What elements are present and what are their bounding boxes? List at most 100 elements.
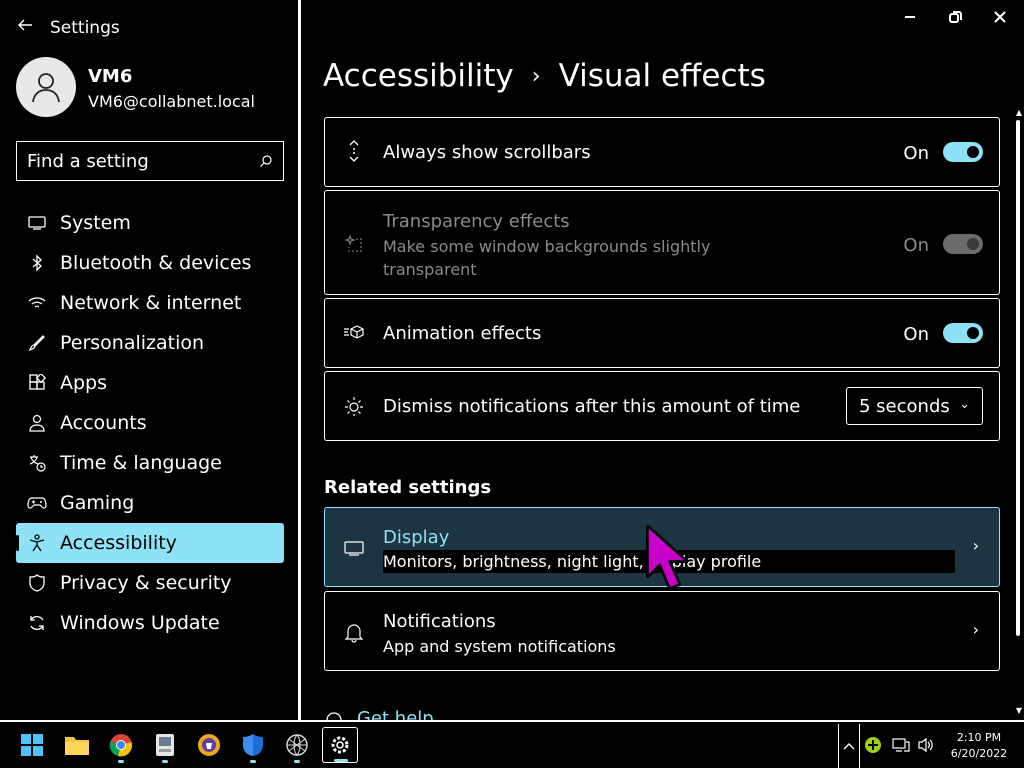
transparency-toggle[interactable] <box>943 234 983 254</box>
bluetooth-icon <box>26 252 48 274</box>
sidebar-item-apps[interactable]: Apps <box>16 363 284 403</box>
app-icon <box>156 734 174 756</box>
monitor-icon <box>343 537 365 559</box>
sidebar-item-label: Accessibility <box>60 532 177 554</box>
chrome-button[interactable] <box>103 727 139 763</box>
update-icon <box>26 612 48 634</box>
animation-toggle[interactable] <box>943 323 983 343</box>
file-explorer-button[interactable] <box>59 727 95 763</box>
sidebar-item-label: Windows Update <box>60 612 220 634</box>
globe-clock-icon <box>26 452 48 474</box>
apps-icon <box>26 372 48 394</box>
setting-title: Transparency effects <box>383 211 570 232</box>
chevron-up-icon[interactable] <box>838 724 860 768</box>
link-title: Notifications <box>383 611 496 632</box>
tray-app-icon[interactable] <box>864 736 882 758</box>
accessibility-icon <box>26 532 48 554</box>
sidebar-item-label: Network & internet <box>60 292 242 314</box>
sidebar-item-gaming[interactable]: Gaming <box>16 483 284 523</box>
chevron-right-icon: › <box>972 620 979 639</box>
sidebar-item-accounts[interactable]: Accounts <box>16 403 284 443</box>
taskbar: 2:10 PM 6/20/2022 <box>0 720 1024 768</box>
scrollbar-thumb[interactable] <box>1016 120 1020 636</box>
chevron-right-icon: › <box>531 63 541 89</box>
setting-title: Dismiss notifications after this amount … <box>383 396 801 417</box>
app-title: Settings <box>50 18 120 38</box>
monitor-icon <box>26 212 48 234</box>
scroll-down-icon[interactable]: ▼ <box>1016 706 1022 715</box>
network-app-button[interactable] <box>279 727 315 763</box>
section-heading: Related settings <box>324 477 492 498</box>
link-subtitle: App and system notifications <box>383 637 616 656</box>
scroll-up-icon[interactable]: ▲ <box>1016 108 1022 117</box>
breadcrumb-parent[interactable]: Accessibility <box>323 58 514 94</box>
shield-icon <box>26 572 48 594</box>
sidebar-item-privacy[interactable]: Privacy & security <box>16 563 284 603</box>
network-app-icon <box>286 734 308 756</box>
select-value: 5 seconds <box>859 395 950 417</box>
brush-icon <box>26 332 48 354</box>
chrome-icon <box>109 734 133 757</box>
scrollbars-setting-card: Always show scrollbars On <box>324 117 1000 187</box>
search-box[interactable]: Find a setting <box>16 141 284 181</box>
sidebar-item-label: Accounts <box>60 412 147 434</box>
gamepad-icon <box>26 492 48 514</box>
avatar[interactable] <box>16 57 76 117</box>
search-icon <box>260 155 272 167</box>
restore-icon[interactable] <box>944 6 966 28</box>
search-input[interactable]: Find a setting <box>27 151 259 172</box>
notifications-link-card[interactable]: Notifications App and system notificatio… <box>324 591 1000 671</box>
toggle-state-label: On <box>903 143 929 164</box>
sidebar-item-label: System <box>60 212 131 234</box>
sidebar: Settings VM6 VM6@collabnet.local Find a … <box>0 0 298 720</box>
sidebar-item-label: Bluetooth & devices <box>60 252 252 274</box>
get-help-link[interactable]: Get help <box>357 708 434 720</box>
sidebar-item-windows-update[interactable]: Windows Update <box>16 603 284 643</box>
defender-button[interactable] <box>235 727 271 763</box>
nav-list: System Bluetooth & devices Network & int… <box>16 203 284 643</box>
mouse-pointer-icon <box>642 524 692 594</box>
animation-setting-card: Animation effects On <box>324 298 1000 368</box>
sidebar-item-label: Personalization <box>60 332 205 354</box>
sidebar-item-system[interactable]: System <box>16 203 284 243</box>
scrollbars-toggle[interactable] <box>943 142 983 162</box>
close-icon[interactable] <box>989 6 1011 28</box>
sparkle-window-icon <box>343 233 365 255</box>
app-button[interactable] <box>147 727 183 763</box>
link-title: Display <box>383 527 450 548</box>
bell-icon <box>343 621 365 643</box>
clock[interactable]: 2:10 PM 6/20/2022 <box>944 730 1014 762</box>
minimize-icon[interactable] <box>899 6 921 28</box>
start-button[interactable] <box>14 727 50 763</box>
file-explorer-icon <box>65 737 89 755</box>
settings-icon <box>331 736 349 754</box>
dismiss-setting-card: Dismiss notifications after this amount … <box>324 371 1000 441</box>
chevron-right-icon: › <box>972 536 979 555</box>
back-arrow-icon[interactable] <box>14 14 36 36</box>
sun-icon <box>343 395 365 417</box>
network-monitor-icon[interactable] <box>892 737 910 757</box>
settings-button[interactable] <box>322 727 358 763</box>
main-content: Accessibility › Visual effects Always sh… <box>301 0 1024 720</box>
toggle-state-label: On <box>903 324 929 345</box>
defender-icon <box>243 734 263 756</box>
person-icon <box>32 73 60 103</box>
clock-date: 6/20/2022 <box>950 747 1008 760</box>
animation-icon <box>343 321 365 343</box>
person-icon <box>26 412 48 434</box>
start-icon <box>21 734 43 756</box>
sidebar-item-label: Gaming <box>60 492 135 514</box>
setting-subtitle: Make some window backgrounds slightly tr… <box>383 237 711 279</box>
setting-title: Always show scrollbars <box>383 142 591 163</box>
chevron-down-icon: ⌄ <box>959 397 970 412</box>
transparency-setting-card: Transparency effects Make some window ba… <box>324 190 1000 295</box>
sidebar-item-network[interactable]: Network & internet <box>16 283 284 323</box>
sidebar-item-accessibility[interactable]: Accessibility <box>16 523 284 563</box>
dismiss-duration-select[interactable]: 5 seconds ⌄ <box>846 387 983 425</box>
sidebar-item-personalization[interactable]: Personalization <box>16 323 284 363</box>
setting-title: Animation effects <box>383 323 542 344</box>
volume-icon[interactable] <box>917 737 935 757</box>
brave-button[interactable] <box>191 727 227 763</box>
sidebar-item-time-language[interactable]: Time & language <box>16 443 284 483</box>
sidebar-item-bluetooth[interactable]: Bluetooth & devices <box>16 243 284 283</box>
